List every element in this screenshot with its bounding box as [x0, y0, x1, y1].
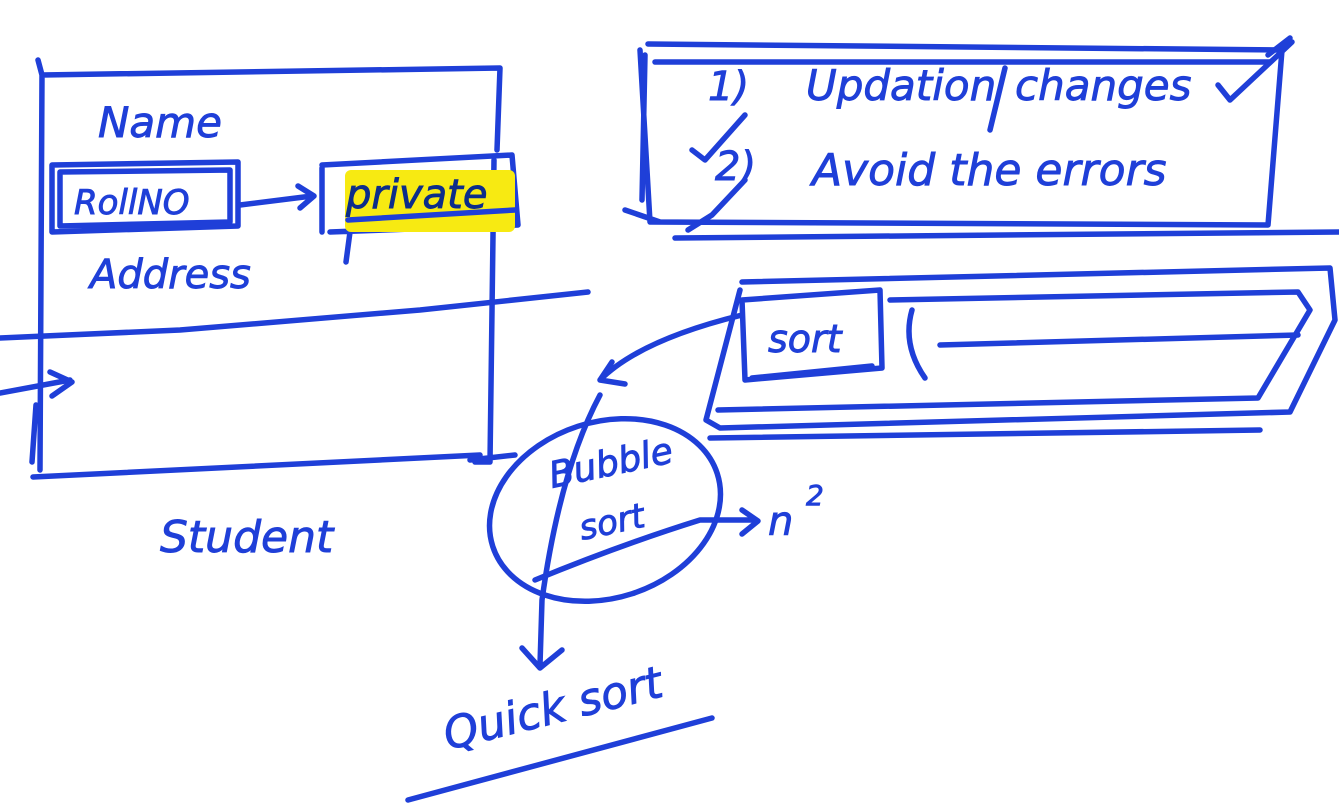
complexity-exponent: 2	[806, 479, 824, 512]
student-label: Student	[160, 512, 335, 563]
sort-label: sort	[768, 317, 844, 361]
student-box-divider	[0, 289, 591, 341]
private-label: private	[345, 172, 487, 218]
sorting-algorithms: Bubble sort n 2 Quick sort	[405, 392, 824, 803]
bubble-label-line1: Bubble	[545, 431, 676, 497]
sort-method-diagram: sort	[597, 265, 1338, 441]
advantages-list: 1) Updation changes 2) Avoid the errors	[622, 35, 1339, 241]
quick-sort-label: Quick sort	[438, 657, 669, 761]
item1-extra: changes	[1015, 61, 1191, 110]
rollno-to-private-arrow	[237, 183, 317, 211]
item2-text: Avoid the errors	[809, 145, 1167, 196]
name-label: Name	[98, 98, 222, 147]
bubble-complexity-arrow	[532, 507, 761, 583]
rollno-label: RollNO	[74, 183, 190, 223]
item2-number: 2)	[715, 144, 756, 190]
complexity-label: n	[768, 499, 793, 545]
address-label: Address	[87, 252, 251, 298]
whiteboard-canvas: Name RollNO private Address Student 1) U…	[0, 35, 1339, 803]
item1-text: Updation	[806, 61, 996, 110]
item1-number: 1)	[708, 64, 749, 110]
paren-and-line	[906, 307, 1301, 381]
left-edge-arrow	[0, 369, 75, 465]
